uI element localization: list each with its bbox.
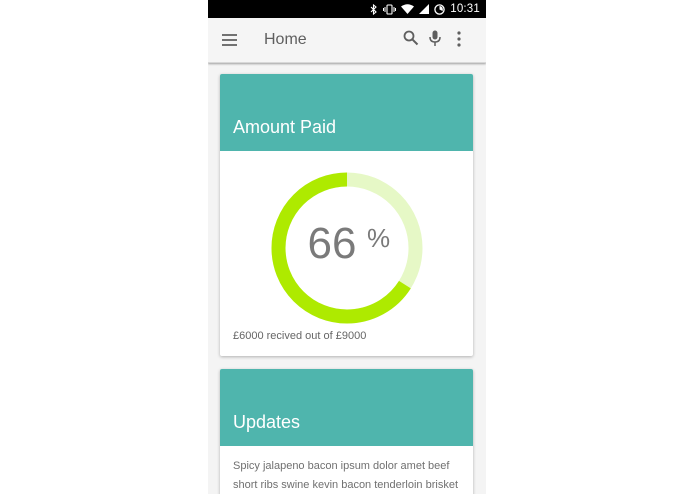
- updates-card[interactable]: Updates Spicy jalapeno bacon ipsum dolor…: [220, 369, 473, 494]
- menu-icon[interactable]: [222, 33, 237, 51]
- status-time: 10:31: [450, 3, 480, 15]
- updates-body: Spicy jalapeno bacon ipsum dolor amet be…: [233, 460, 459, 491]
- card-title: Updates: [233, 412, 301, 432]
- card-title: Amount Paid: [233, 117, 337, 137]
- page-title: Home: [264, 31, 307, 48]
- search-icon[interactable]: [403, 30, 419, 51]
- phone-screen: 10:31 Home Amount Paid 66 % £6000 recive…: [208, 0, 486, 494]
- bluetooth-icon: [370, 3, 378, 15]
- amount-caption: £6000 recived out of £9000: [233, 330, 367, 342]
- status-bar: 10:31: [208, 0, 486, 18]
- app-bar: Home: [208, 18, 486, 63]
- wifi-icon: [401, 4, 415, 14]
- percent-value: 66: [307, 219, 357, 268]
- vibrate-icon: [383, 3, 397, 15]
- battery-icon: [434, 3, 445, 15]
- more-vert-icon[interactable]: [456, 31, 462, 52]
- card-header: Amount Paid: [220, 74, 473, 151]
- mic-icon[interactable]: [429, 30, 441, 52]
- signal-icon: [419, 4, 430, 14]
- amount-paid-card[interactable]: Amount Paid 66 % £6000 recived out of £9…: [220, 74, 473, 356]
- card-header: Updates: [220, 369, 473, 446]
- percent-sign: %: [367, 223, 391, 253]
